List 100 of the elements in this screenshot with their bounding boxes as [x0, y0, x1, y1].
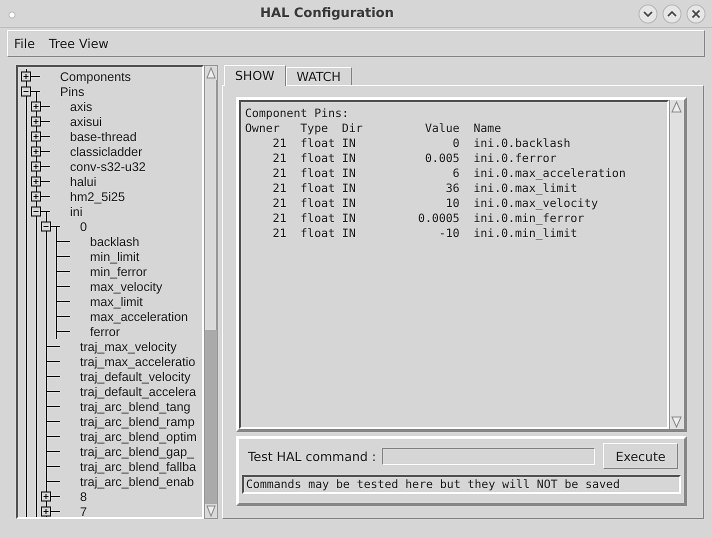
- scroll-up-icon[interactable]: [670, 100, 683, 114]
- expand-icon[interactable]: [41, 492, 51, 502]
- table-cell-text: -10: [438, 226, 460, 241]
- table-cell-text: 6: [452, 166, 460, 181]
- tree-item[interactable]: traj_arc_blend_gap_: [80, 444, 194, 458]
- table-cell-text: ini.0.max_limit: [472, 181, 578, 196]
- table-cell-text: 21: [272, 211, 287, 226]
- table-cell-text: 21: [272, 166, 287, 181]
- scroll-down-icon[interactable]: [205, 504, 217, 518]
- table-cell-text: IN: [340, 136, 357, 151]
- scrollbar[interactable]: [204, 65, 218, 519]
- table-cell-text: float: [299, 151, 335, 166]
- table-cell-text: 21: [272, 181, 287, 196]
- table-cell-text: 0: [452, 136, 460, 151]
- scroll-down-icon[interactable]: [670, 415, 683, 429]
- tree-item[interactable]: halui: [70, 174, 96, 188]
- close-icon[interactable]: [686, 4, 706, 24]
- scroll-thumb[interactable]: [205, 80, 217, 330]
- tree-item[interactable]: traj_arc_blend_ramp: [80, 414, 195, 428]
- table-cell-text: ini.0.max_velocity: [472, 196, 600, 211]
- table-cell-text: IN: [340, 211, 357, 226]
- table-cell-text: IN: [340, 181, 357, 196]
- menu-item[interactable]: File: [13, 36, 36, 51]
- table-cell-text: IN: [340, 196, 357, 211]
- table-cell-text: 21: [272, 136, 287, 151]
- expand-icon[interactable]: [41, 506, 51, 516]
- expand-icon[interactable]: [31, 132, 41, 142]
- table-cell-text: 0.0005: [417, 211, 460, 226]
- menu-item[interactable]: Tree View: [48, 36, 110, 51]
- minimize-icon[interactable]: [638, 4, 658, 24]
- tree-item[interactable]: traj_max_acceleratio: [80, 354, 196, 368]
- collapse-icon[interactable]: [31, 206, 41, 216]
- tree-item[interactable]: traj_default_accelera: [80, 384, 196, 398]
- tree-item[interactable]: ferror: [90, 324, 120, 338]
- table-cell-text: 0.005: [424, 151, 460, 166]
- command-field[interactable]: [382, 448, 596, 464]
- collapse-icon[interactable]: [41, 222, 51, 232]
- tree-item[interactable]: base-thread: [70, 130, 137, 144]
- execute-button[interactable]: Execute: [603, 443, 678, 469]
- field-label: Test HAL command :: [248, 448, 376, 464]
- column-header: Type: [299, 121, 330, 136]
- tree-item[interactable]: conv-s32-u32: [70, 160, 146, 174]
- tree-item[interactable]: traj_arc_blend_enab: [80, 474, 194, 488]
- tree-item[interactable]: 0: [80, 220, 87, 234]
- tree-item[interactable]: 7: [80, 504, 87, 517]
- maximize-icon[interactable]: [662, 4, 682, 24]
- table-cell-text: ini.0.min_ferror: [472, 211, 586, 226]
- table-cell-text: ini.0.ferror: [472, 151, 558, 166]
- expand-icon[interactable]: [31, 146, 41, 156]
- scrollbar[interactable]: [669, 100, 684, 429]
- scroll-up-icon[interactable]: [205, 66, 217, 80]
- tree-item[interactable]: max_velocity: [90, 280, 162, 294]
- expand-icon[interactable]: [21, 72, 31, 82]
- tree-item[interactable]: traj_arc_blend_fallba: [80, 460, 196, 474]
- tree-item[interactable]: axisui: [70, 114, 102, 128]
- expand-icon[interactable]: [31, 162, 41, 172]
- table-cell-text: ini.0.max_acceleration: [472, 166, 627, 181]
- tree-item[interactable]: hm2_5i25: [70, 190, 125, 204]
- table-cell-text: 10: [444, 196, 460, 211]
- collapse-icon[interactable]: [21, 86, 31, 96]
- tree-item[interactable]: traj_arc_blend_optim: [80, 430, 197, 444]
- tree-item[interactable]: 8: [80, 490, 87, 504]
- tree-item[interactable]: max_limit: [90, 294, 143, 308]
- table-cell-text: float: [299, 136, 335, 151]
- table-cell-text: 36: [444, 181, 460, 196]
- table-cell-text: ini.0.backlash: [472, 136, 572, 151]
- table-cell-text: IN: [340, 226, 357, 241]
- tree-item[interactable]: backlash: [90, 234, 140, 248]
- tree-item[interactable]: traj_max_velocity: [80, 340, 177, 354]
- expand-icon[interactable]: [31, 102, 41, 112]
- status-message: Commands may be tested here but they will NOT be saved: [242, 475, 681, 494]
- tree-item[interactable]: min_limit: [90, 250, 140, 264]
- tree-item[interactable]: ini: [70, 204, 83, 218]
- tree-item[interactable]: classicladder: [70, 144, 142, 158]
- tree-item[interactable]: traj_default_velocity: [80, 370, 190, 384]
- tree-item[interactable]: Pins: [60, 84, 84, 98]
- output-heading: Component Pins:: [245, 106, 350, 121]
- tree-item[interactable]: Components: [60, 70, 131, 84]
- table-cell-text: IN: [340, 166, 357, 181]
- expand-icon[interactable]: [31, 116, 41, 126]
- tree-item[interactable]: traj_arc_blend_tang: [80, 400, 190, 414]
- table-cell-text: float: [299, 181, 335, 196]
- table-cell-text: IN: [340, 151, 357, 166]
- expand-icon[interactable]: [31, 176, 41, 186]
- expand-icon[interactable]: [31, 192, 41, 202]
- window-title: HAL Configuration: [259, 6, 395, 21]
- table-cell-text: float: [299, 196, 335, 211]
- tree-item[interactable]: axis: [70, 100, 92, 114]
- column-header: Name: [472, 121, 502, 136]
- table-cell-text: 21: [272, 196, 287, 211]
- table-cell-text: 21: [272, 151, 287, 166]
- tab[interactable]: WATCH: [286, 67, 352, 85]
- tree-item[interactable]: max_acceleration: [90, 310, 188, 324]
- column-header: Value: [424, 121, 460, 136]
- tree-item[interactable]: min_ferror: [90, 264, 147, 278]
- column-header: Owner: [245, 121, 281, 136]
- column-header: Dir: [340, 121, 363, 136]
- table-cell-text: 21: [272, 226, 287, 241]
- table-cell-text: float: [299, 226, 335, 241]
- tab[interactable]: SHOW: [224, 65, 286, 86]
